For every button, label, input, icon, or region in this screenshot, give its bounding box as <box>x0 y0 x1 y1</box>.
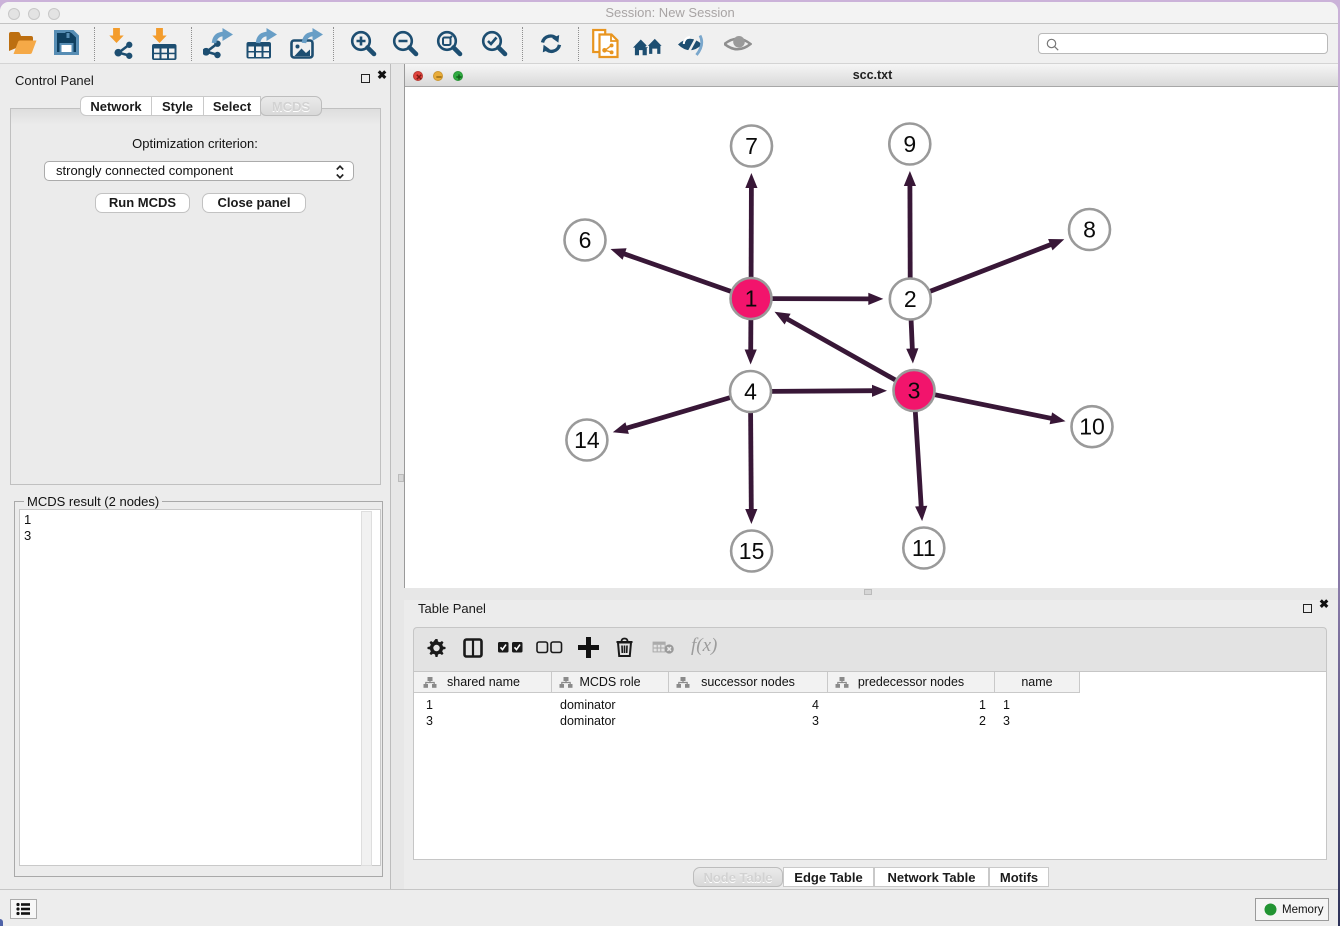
svg-text:1: 1 <box>745 286 758 312</box>
svg-text:10: 10 <box>1079 414 1105 440</box>
svg-text:4: 4 <box>744 379 757 405</box>
svg-text:8: 8 <box>1083 217 1096 243</box>
svg-text:7: 7 <box>745 133 758 159</box>
svg-text:6: 6 <box>579 227 592 253</box>
svg-text:3: 3 <box>908 378 921 404</box>
svg-text:f(x): f(x) <box>691 636 717 656</box>
svg-text:9: 9 <box>903 131 916 157</box>
svg-text:2: 2 <box>904 286 917 312</box>
svg-text:14: 14 <box>574 427 600 453</box>
svg-text:15: 15 <box>739 538 765 564</box>
svg-text:11: 11 <box>912 535 936 561</box>
